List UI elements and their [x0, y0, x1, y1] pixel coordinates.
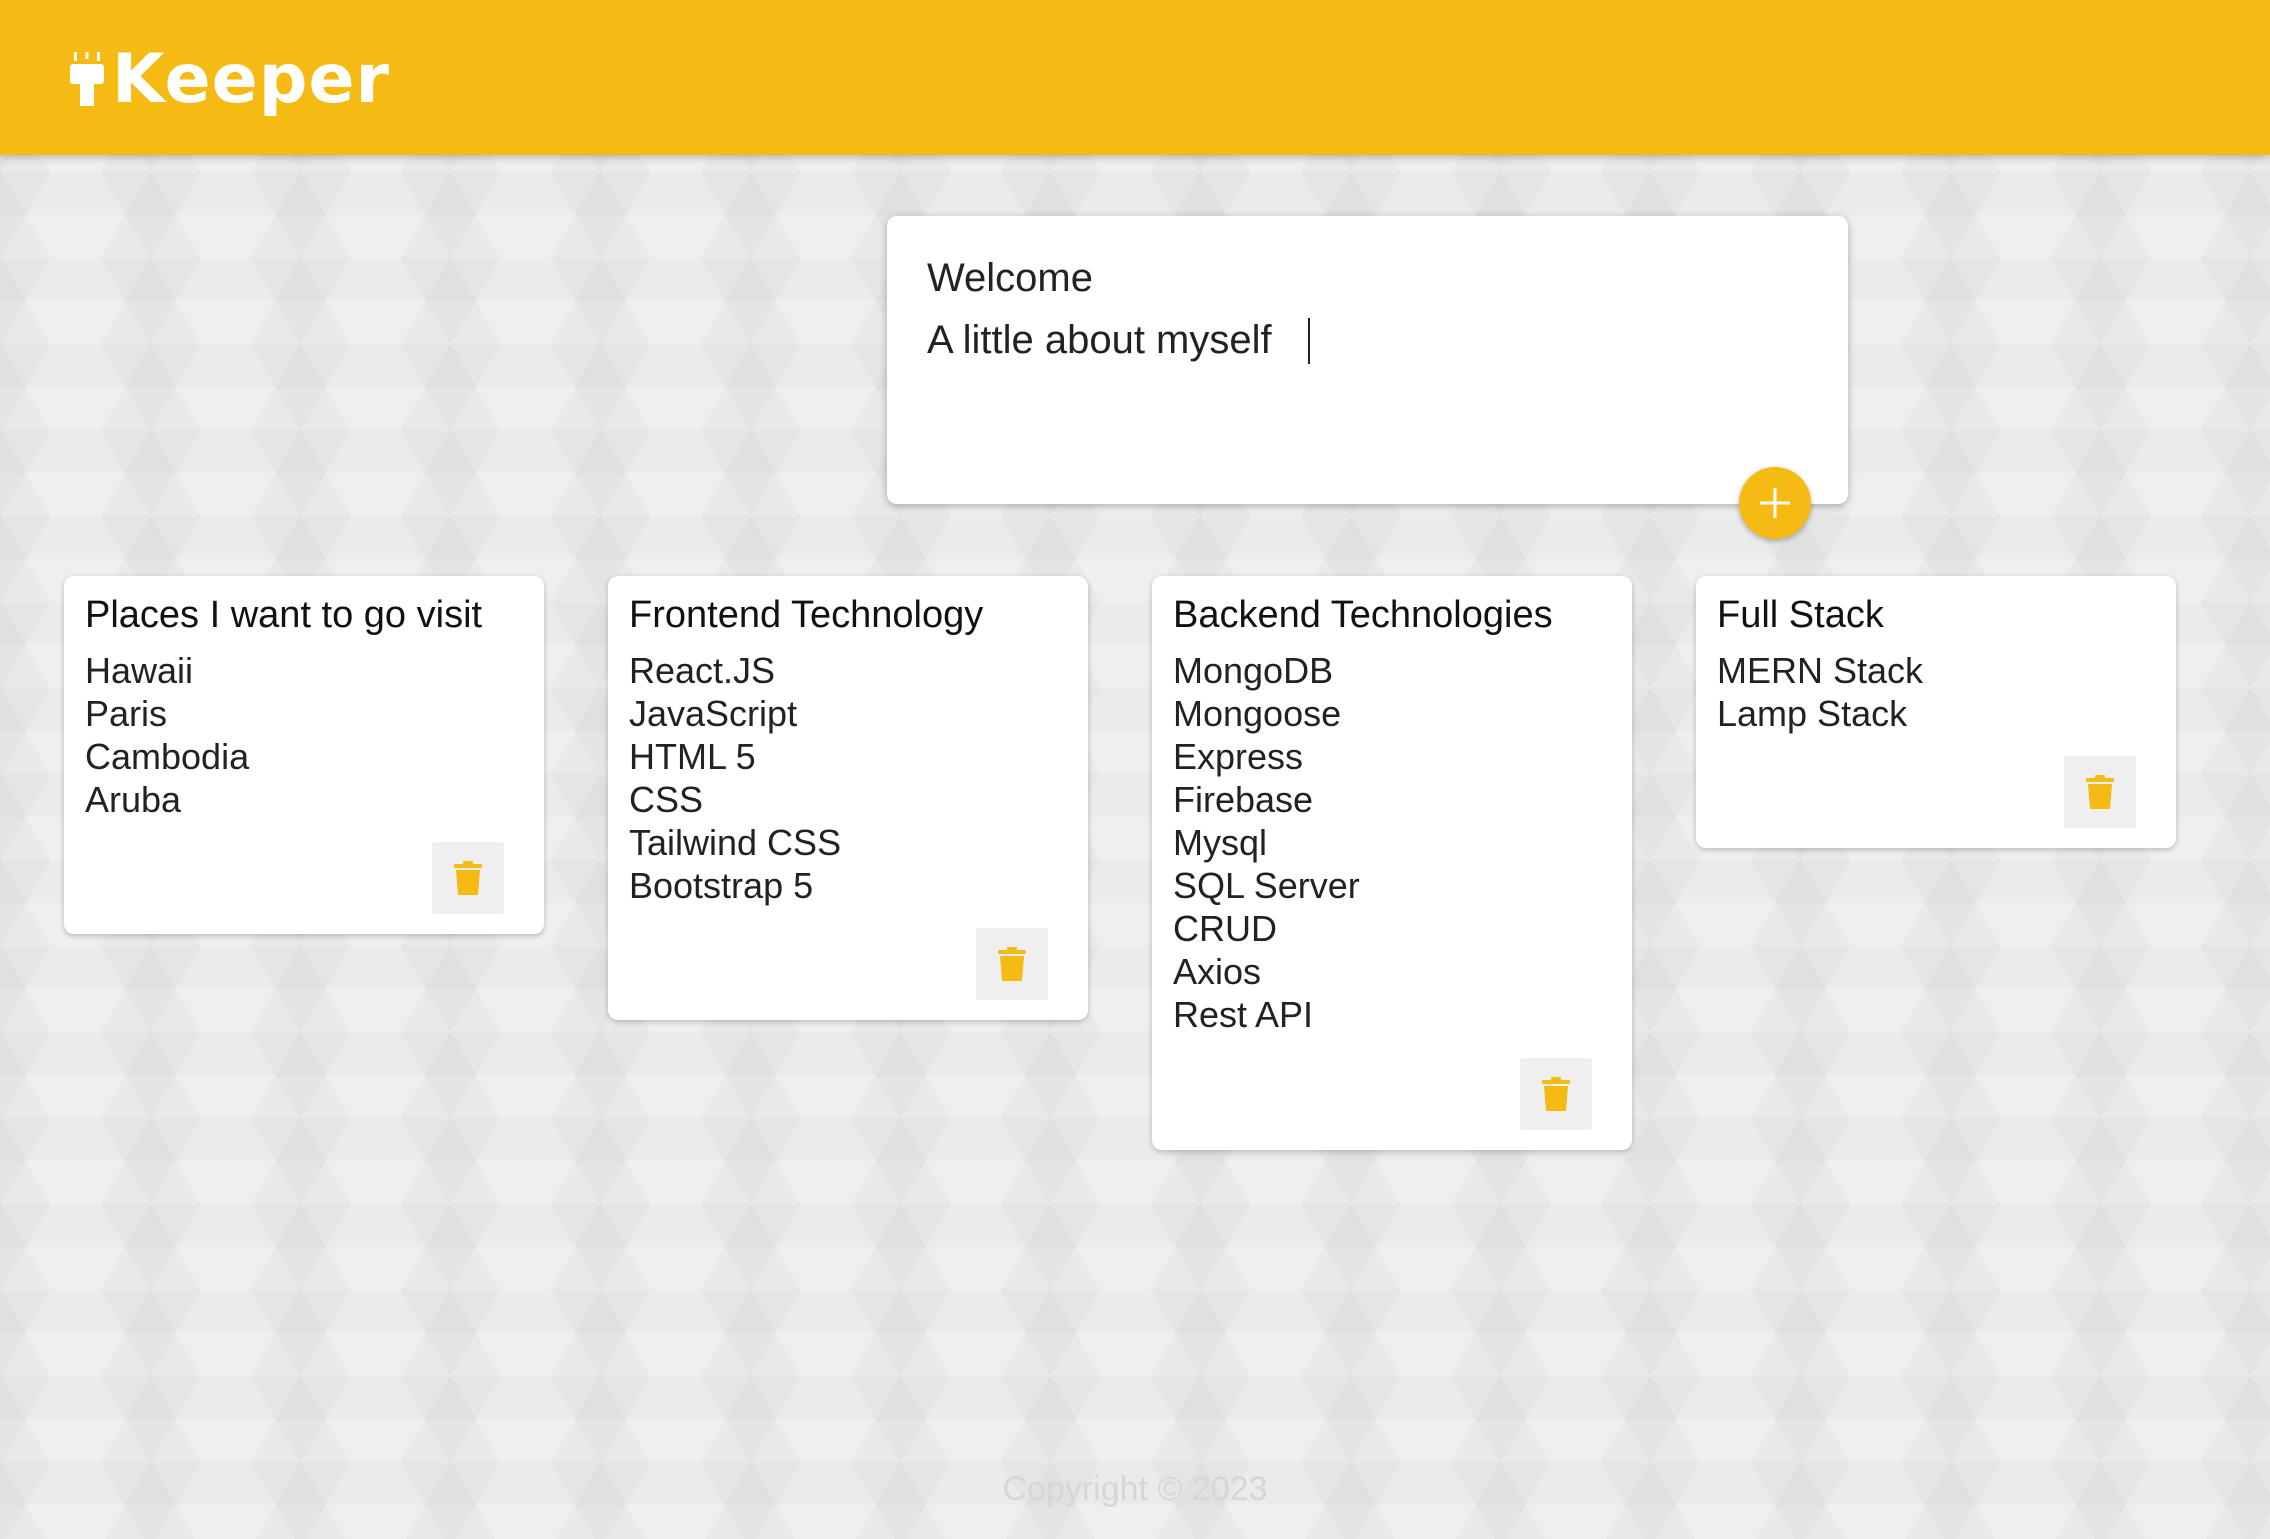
note-content: MongoDB Mongoose Express Firebase Mysql … — [1173, 649, 1360, 1036]
note-line: Express — [1173, 736, 1304, 777]
note-title: Places I want to go visit — [85, 594, 483, 636]
note-line: Bootstrap 5 — [629, 865, 814, 906]
note-line: CSS — [629, 779, 704, 820]
note-card: Frontend Technology React.JS JavaScript … — [608, 576, 1088, 1020]
text-cursor — [1308, 318, 1310, 364]
note-card: Full Stack MERN Stack Lamp Stack — [1696, 576, 2176, 848]
note-line: Mysql — [1173, 822, 1268, 863]
note-content: React.JS JavaScript HTML 5 CSS Tailwind … — [629, 649, 841, 907]
note-line: HTML 5 — [629, 736, 756, 777]
trash-icon — [1542, 1077, 1570, 1111]
note-title: Full Stack — [1717, 594, 1884, 636]
note-title: Frontend Technology — [629, 594, 984, 636]
lightbulb-icon — [70, 52, 104, 106]
note-line: MERN Stack — [1717, 650, 1924, 691]
note-line: Paris — [85, 693, 168, 734]
note-line: Rest API — [1173, 994, 1314, 1035]
delete-note-button[interactable] — [2064, 756, 2136, 828]
app-header: Keeper — [0, 0, 2270, 155]
delete-note-button[interactable] — [1520, 1058, 1592, 1130]
plus-icon — [1760, 488, 1790, 518]
note-line: Lamp Stack — [1717, 693, 1908, 734]
trash-icon — [454, 861, 482, 895]
note-line: Axios — [1173, 951, 1262, 992]
note-line: Mongoose — [1173, 693, 1342, 734]
note-line: Tailwind CSS — [629, 822, 842, 863]
trash-icon — [998, 947, 1026, 981]
note-line: Firebase — [1173, 779, 1314, 820]
note-line: MongoDB — [1173, 650, 1334, 691]
note-line: JavaScript — [629, 693, 798, 734]
delete-note-button[interactable] — [976, 928, 1048, 1000]
note-card: Backend Technologies MongoDB Mongoose Ex… — [1152, 576, 1632, 1150]
footer: Copyright © 2023 — [0, 1470, 2270, 1509]
note-line: React.JS — [629, 650, 776, 691]
app-title: Keeper — [112, 40, 391, 119]
trash-icon — [2086, 775, 2114, 809]
note-content: Hawaii Paris Cambodia Aruba — [85, 649, 249, 821]
brand: Keeper — [70, 45, 390, 115]
note-line: Hawaii — [85, 650, 194, 691]
note-content: MERN Stack Lamp Stack — [1717, 649, 1923, 735]
note-line: SQL Server — [1173, 865, 1360, 906]
note-line: CRUD — [1173, 908, 1277, 949]
note-card: Places I want to go visit Hawaii Paris C… — [64, 576, 544, 934]
delete-note-button[interactable] — [432, 842, 504, 914]
note-title-input[interactable] — [927, 256, 1807, 301]
copyright-text: Copyright © 2023 — [1002, 1470, 1268, 1508]
create-note-form: A little about myself — [887, 216, 1848, 504]
add-note-button[interactable] — [1739, 467, 1811, 539]
note-title: Backend Technologies — [1173, 594, 1553, 636]
note-line: Cambodia — [85, 736, 250, 777]
note-line: Aruba — [85, 779, 182, 820]
note-content-input[interactable]: A little about myself — [927, 316, 1807, 466]
